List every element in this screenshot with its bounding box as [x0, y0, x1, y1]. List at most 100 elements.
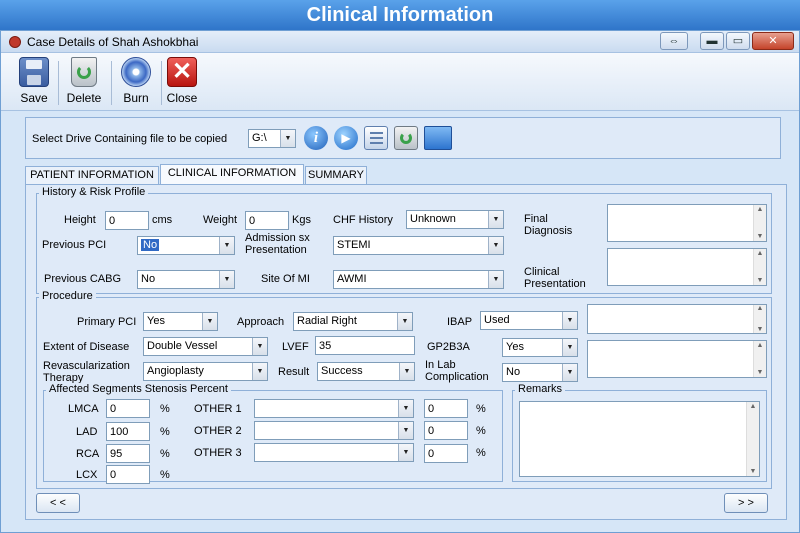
lcx-label: LCX	[76, 469, 98, 481]
chevron-down-icon: ▼	[398, 444, 413, 461]
lcx-input[interactable]: 0	[106, 465, 150, 484]
result-select[interactable]: Success ▼	[317, 362, 415, 381]
rca-input[interactable]: 95	[106, 444, 150, 463]
approach-label: Approach	[237, 316, 285, 328]
scrollbar[interactable]: ▲ ▼	[753, 249, 766, 285]
weight-input[interactable]: 0	[245, 211, 289, 230]
tab-strip: PATIENT INFORMATION CLINICAL INFORMATION…	[25, 164, 785, 186]
burn-button[interactable]: Burn	[113, 57, 159, 109]
scroll-down-icon: ▼	[756, 277, 764, 284]
chevron-down-icon: ▼	[219, 237, 234, 254]
drive-panel: Select Drive Containing file to be copie…	[25, 117, 781, 159]
maximize-button[interactable]: ▭	[726, 32, 750, 50]
banner-title: Clinical Information	[306, 4, 494, 26]
ibap-notes-textarea[interactable]: ▲ ▼	[587, 304, 767, 334]
complication-notes-textarea[interactable]: ▲ ▼	[587, 340, 767, 378]
remarks-textarea[interactable]: ▲ ▼	[519, 401, 760, 477]
final-diagnosis-textarea[interactable]: ▲ ▼	[607, 204, 767, 242]
other2-input[interactable]: 0	[424, 421, 468, 440]
height-input[interactable]: 0	[105, 211, 149, 230]
clinical-presentation-textarea[interactable]: ▲ ▼	[607, 248, 767, 286]
result-label: Result	[278, 366, 310, 378]
rca-percent: %	[160, 448, 170, 460]
other3-select[interactable]: ▼	[254, 443, 414, 462]
previous-cabg-select[interactable]: No ▼	[137, 270, 235, 289]
chf-history-label: CHF History	[333, 214, 393, 226]
segments-group: Affected Segments Stenosis Percent LMCA …	[43, 383, 503, 484]
extent-of-disease-select[interactable]: Double Vessel ▼	[143, 337, 268, 356]
site-of-mi-select[interactable]: AWMI ▼	[333, 270, 504, 289]
next-tab-button[interactable]: > >	[724, 493, 768, 513]
other1-select[interactable]: ▼	[254, 399, 414, 418]
case-details-window: Case Details of Shah Ashokbhai ⇔ ▬ ▭ ✕ S…	[0, 30, 800, 533]
other1-percent: %	[476, 403, 486, 415]
other3-label: OTHER 3	[194, 447, 242, 459]
height-unit: cms	[152, 214, 173, 226]
tab-clinical-information[interactable]: CLINICAL INFORMATION	[160, 164, 304, 184]
scroll-down-icon: ▼	[756, 369, 764, 376]
drive-select[interactable]: G:\ ▼	[248, 129, 296, 148]
chevron-down-icon: ▼	[280, 130, 295, 147]
lmca-input[interactable]: 0	[106, 399, 150, 418]
gp2b3a-select[interactable]: Yes ▼	[502, 338, 578, 357]
scrollbar[interactable]: ▲ ▼	[746, 402, 759, 476]
primary-pci-label: Primary PCI	[77, 316, 137, 328]
history-legend: History & Risk Profile	[39, 186, 149, 198]
tab-patient-information[interactable]: PATIENT INFORMATION	[25, 166, 159, 184]
other2-select[interactable]: ▼	[254, 421, 414, 440]
window-title: Case Details of Shah Ashokbhai	[27, 35, 199, 49]
previous-tab-button[interactable]: < <	[36, 493, 80, 513]
folder-icon[interactable]	[424, 126, 452, 150]
primary-pci-select[interactable]: Yes ▼	[143, 312, 218, 331]
scrollbar[interactable]: ▲ ▼	[753, 341, 766, 377]
chevron-down-icon: ▼	[219, 271, 234, 288]
chf-history-select[interactable]: Unknown ▼	[406, 210, 504, 229]
history-group: History & Risk Profile Height 0 cms Weig…	[36, 186, 772, 294]
other3-input[interactable]: 0	[424, 444, 468, 463]
chevron-down-icon: ▼	[562, 312, 577, 329]
scrollbar[interactable]: ▲ ▼	[753, 205, 766, 241]
lvef-input[interactable]: 35	[315, 336, 415, 355]
chevron-down-icon: ▼	[252, 338, 267, 355]
restore-swap-button[interactable]: ⇔	[660, 32, 688, 50]
toolbar-separator	[58, 61, 59, 105]
minimize-button[interactable]: ▬	[700, 32, 724, 50]
scrollbar[interactable]: ▲ ▼	[753, 305, 766, 333]
lmca-label: LMCA	[68, 403, 99, 415]
recycle-bin-icon[interactable]	[394, 126, 418, 150]
info-icon[interactable]: i	[304, 126, 328, 150]
scroll-down-icon: ▼	[749, 468, 757, 475]
cd-burn-icon	[121, 57, 151, 87]
delete-button[interactable]: Delete	[61, 57, 107, 109]
in-lab-complication-select[interactable]: No ▼	[502, 363, 578, 382]
close-button[interactable]: ✕ Close	[159, 57, 205, 109]
other3-percent: %	[476, 447, 486, 459]
lad-input[interactable]: 100	[106, 422, 150, 441]
previous-cabg-label: Previous CABG	[44, 273, 122, 285]
save-button[interactable]: Save	[11, 57, 57, 109]
chevron-down-icon: ▼	[398, 422, 413, 439]
other2-percent: %	[476, 425, 486, 437]
weight-unit: Kgs	[292, 214, 311, 226]
segments-legend: Affected Segments Stenosis Percent	[46, 383, 231, 395]
documents-icon[interactable]	[364, 126, 388, 150]
approach-select[interactable]: Radial Right ▼	[293, 312, 413, 331]
ibap-select[interactable]: Used ▼	[480, 311, 578, 330]
previous-pci-select[interactable]: No ▼	[137, 236, 235, 255]
gp2b3a-label: GP2B3A	[427, 341, 470, 353]
other2-label: OTHER 2	[194, 425, 242, 437]
window-titlebar[interactable]: Case Details of Shah Ashokbhai ⇔ ▬ ▭ ✕	[1, 31, 799, 53]
remarks-group: Remarks ▲ ▼	[512, 383, 767, 482]
scroll-down-icon: ▼	[756, 326, 764, 333]
tab-summary[interactable]: SUMMARY	[305, 166, 367, 184]
chevron-down-icon: ▼	[488, 211, 503, 228]
close-window-button[interactable]: ✕	[752, 32, 794, 50]
other1-input[interactable]: 0	[424, 399, 468, 418]
lad-label: LAD	[76, 426, 98, 438]
lcx-percent: %	[160, 469, 170, 481]
admission-presentation-select[interactable]: STEMI ▼	[333, 236, 504, 255]
admission-presentation-label: Admission sx Presentation	[245, 232, 310, 256]
play-icon[interactable]: ▶	[334, 126, 358, 150]
revascularization-therapy-select[interactable]: Angioplasty ▼	[143, 362, 268, 381]
scroll-up-icon: ▲	[756, 305, 764, 312]
